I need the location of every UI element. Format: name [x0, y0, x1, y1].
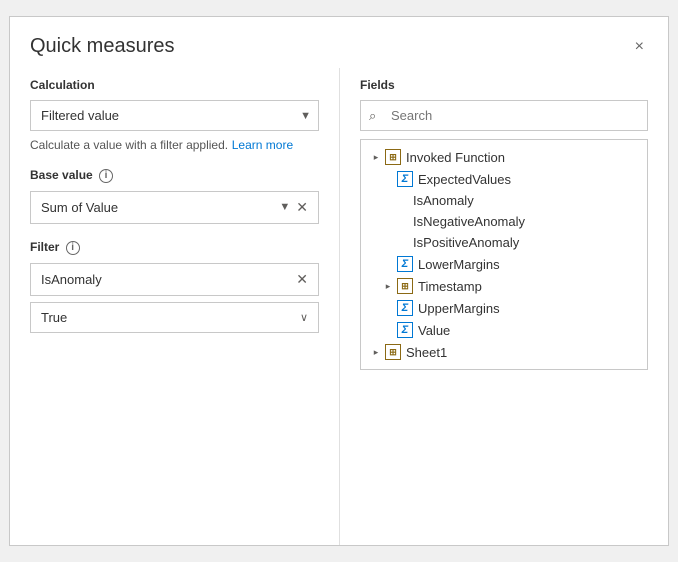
- expand-icon-upper-margins: [381, 301, 395, 315]
- base-value-info-icon[interactable]: i: [99, 169, 113, 183]
- tree-item-upper-margins[interactable]: Σ UpperMargins: [361, 297, 647, 319]
- dialog-title: Quick measures: [30, 35, 175, 58]
- learn-more-link[interactable]: Learn more: [232, 138, 293, 152]
- left-panel: Calculation Filtered value Average per c…: [10, 68, 340, 545]
- sigma-icon-upper-margins: Σ: [397, 300, 413, 316]
- tree-label-lower-margins: LowerMargins: [418, 257, 500, 272]
- tree-item-timestamp[interactable]: ▸ ⊞ Timestamp: [361, 275, 647, 297]
- calculation-label: Calculation: [30, 78, 319, 92]
- expand-icon-invoked-function: ▸: [369, 150, 383, 164]
- tree-item-lower-margins[interactable]: Σ LowerMargins: [361, 253, 647, 275]
- tree-label-timestamp: Timestamp: [418, 279, 482, 294]
- fields-tree: ▸ ⊞ Invoked Function Σ ExpectedValues Is…: [360, 139, 648, 370]
- filter-value-dropdown-arrow[interactable]: ∨: [300, 311, 308, 324]
- tree-label-is-anomaly: IsAnomaly: [413, 193, 474, 208]
- search-input[interactable]: [360, 100, 648, 131]
- tree-label-invoked-function: Invoked Function: [406, 150, 505, 165]
- expand-icon-expected-values: [381, 172, 395, 186]
- filter-field-text: IsAnomaly: [41, 272, 296, 287]
- sigma-icon-value: Σ: [397, 322, 413, 338]
- base-value-label: Base value: [30, 168, 93, 182]
- filter-info-icon[interactable]: i: [66, 241, 80, 255]
- close-button[interactable]: ×: [631, 37, 648, 57]
- search-icon: ⌕: [369, 108, 376, 124]
- search-wrapper: ⌕: [360, 100, 648, 131]
- tree-item-value[interactable]: Σ Value: [361, 319, 647, 341]
- tree-item-is-anomaly[interactable]: IsAnomaly: [361, 190, 647, 211]
- expand-icon-timestamp: ▸: [381, 279, 395, 293]
- base-value-dropdown-arrow[interactable]: ▼: [279, 201, 290, 213]
- filter-value-wrapper: True ∨: [30, 302, 319, 333]
- tree-item-is-negative-anomaly[interactable]: IsNegativeAnomaly: [361, 211, 647, 232]
- filter-field-wrapper: IsAnomaly ✕: [30, 263, 319, 296]
- base-value-clear-button[interactable]: ✕: [296, 199, 308, 216]
- base-value-text: Sum of Value: [41, 200, 273, 215]
- tree-label-upper-margins: UpperMargins: [418, 301, 500, 316]
- base-value-label-row: Base value i: [30, 168, 319, 183]
- tree-label-is-positive-anomaly: IsPositiveAnomaly: [413, 235, 519, 250]
- table-icon-sheet1: ⊞: [385, 344, 401, 360]
- tree-label-value: Value: [418, 323, 450, 338]
- sigma-icon-lower-margins: Σ: [397, 256, 413, 272]
- dialog-body: Calculation Filtered value Average per c…: [10, 68, 668, 545]
- dialog-header: Quick measures ×: [10, 17, 668, 68]
- tree-label-expected-values: ExpectedValues: [418, 172, 511, 187]
- table-icon-timestamp: ⊞: [397, 278, 413, 294]
- filter-label-row: Filter i: [30, 240, 319, 255]
- filter-value-text: True: [41, 310, 300, 325]
- tree-item-is-positive-anomaly[interactable]: IsPositiveAnomaly: [361, 232, 647, 253]
- expand-icon-lower-margins: [381, 257, 395, 271]
- tree-item-sheet1[interactable]: ▸ ⊞ Sheet1: [361, 341, 647, 363]
- expand-icon-sheet1: ▸: [369, 345, 383, 359]
- tree-label-sheet1: Sheet1: [406, 345, 447, 360]
- description-row: Calculate a value with a filter applied.…: [30, 137, 319, 152]
- tree-label-is-negative-anomaly: IsNegativeAnomaly: [413, 214, 525, 229]
- quick-measures-dialog: Quick measures × Calculation Filtered va…: [9, 16, 669, 546]
- filter-label: Filter: [30, 240, 59, 254]
- filter-field-clear-button[interactable]: ✕: [296, 271, 308, 288]
- description-text: Calculate a value with a filter applied.: [30, 138, 228, 152]
- calculation-select[interactable]: Filtered value Average per category Vari…: [30, 100, 319, 131]
- right-panel: Fields ⌕ ▸ ⊞ Invoked Function Σ Expected…: [340, 68, 668, 545]
- table-icon-invoked-function: ⊞: [385, 149, 401, 165]
- base-value-row: Sum of Value ▼ ✕: [30, 191, 319, 224]
- sigma-icon-expected-values: Σ: [397, 171, 413, 187]
- expand-icon-value: [381, 323, 395, 337]
- tree-item-expected-values[interactable]: Σ ExpectedValues: [361, 168, 647, 190]
- fields-label: Fields: [360, 78, 648, 92]
- calculation-select-wrapper: Filtered value Average per category Vari…: [30, 100, 319, 131]
- tree-item-invoked-function[interactable]: ▸ ⊞ Invoked Function: [361, 146, 647, 168]
